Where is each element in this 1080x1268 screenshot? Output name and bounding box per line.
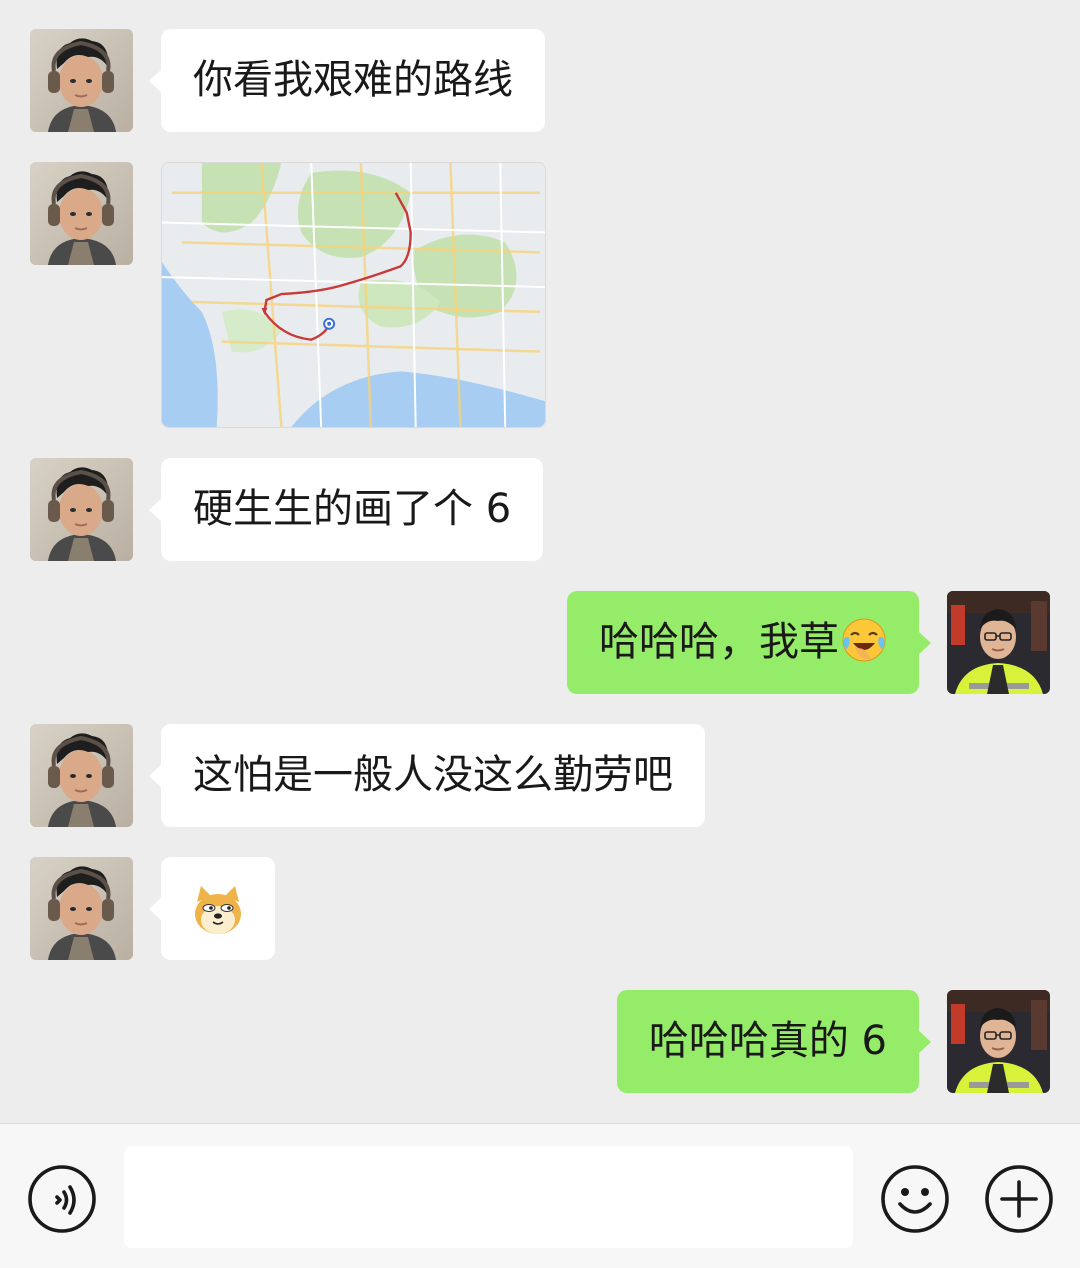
message-text: 这怕是一般人没这么勤劳吧 xyxy=(193,752,673,798)
message-bubble-outgoing[interactable]: 哈哈哈真的 6 xyxy=(616,990,932,1093)
doge-sticker-icon xyxy=(195,886,241,934)
message-bubble-incoming[interactable]: 你看我艰难的路线 xyxy=(149,29,545,132)
contact-avatar[interactable] xyxy=(30,724,133,827)
contact-avatar[interactable] xyxy=(30,29,133,132)
man-avatar-icon xyxy=(947,990,1050,1093)
emoji-icon[interactable] xyxy=(880,1164,950,1234)
message-bubble-outgoing[interactable]: 哈哈哈，我草 xyxy=(567,591,931,694)
message-text: 哈哈哈，我草 xyxy=(599,619,839,665)
boy-avatar-icon xyxy=(30,29,133,132)
map-route-icon xyxy=(162,163,545,427)
message-text: 哈哈哈真的 6 xyxy=(648,1018,887,1064)
message-input[interactable] xyxy=(124,1146,853,1248)
message-text: 硬生生的画了个 6 xyxy=(193,486,512,532)
contact-avatar[interactable] xyxy=(30,162,133,265)
boy-avatar-icon xyxy=(30,458,133,561)
boy-avatar-icon xyxy=(30,857,133,960)
map-route-image[interactable] xyxy=(161,162,546,428)
my-avatar[interactable] xyxy=(947,990,1050,1093)
plus-icon[interactable] xyxy=(984,1164,1054,1234)
message-bubble-incoming[interactable]: 硬生生的画了个 6 xyxy=(148,458,544,561)
contact-avatar[interactable] xyxy=(30,458,133,561)
boy-avatar-icon xyxy=(30,724,133,827)
boy-avatar-icon xyxy=(30,162,133,265)
message-bubble-incoming[interactable]: 这怕是一般人没这么勤劳吧 xyxy=(149,724,705,827)
message-text: 你看我艰难的路线 xyxy=(193,57,513,103)
my-avatar[interactable] xyxy=(947,591,1050,694)
contact-avatar[interactable] xyxy=(30,857,133,960)
face-with-tears-of-joy-icon xyxy=(841,617,887,663)
message-bubble-incoming[interactable] xyxy=(149,857,275,960)
voice-icon[interactable] xyxy=(27,1164,97,1234)
input-bar xyxy=(0,1123,1080,1268)
man-avatar-icon xyxy=(947,591,1050,694)
